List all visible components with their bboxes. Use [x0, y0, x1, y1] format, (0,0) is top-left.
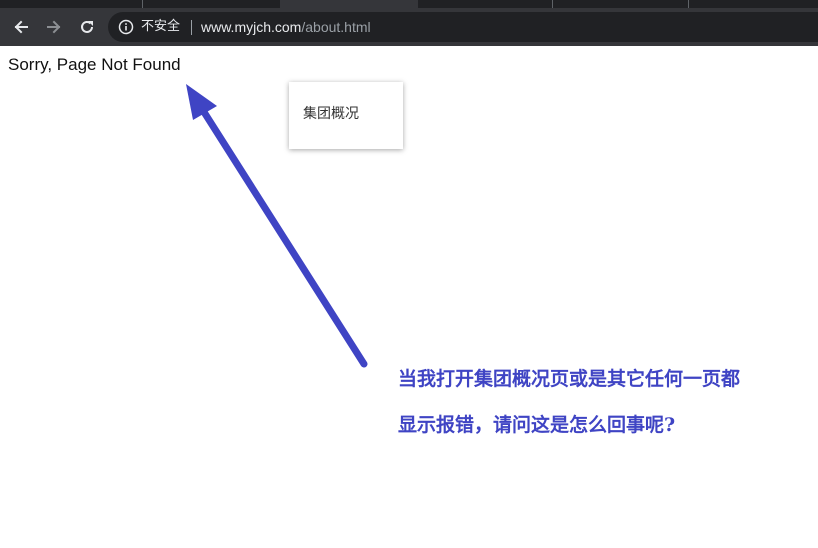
tab-separator: [552, 0, 553, 8]
page-content: Sorry, Page Not Found 集团概况 当我打开集团概况页或是其它…: [0, 46, 818, 548]
dropdown-menu: 集团概况: [289, 82, 403, 149]
arrow-head: [186, 84, 217, 120]
dropdown-item-group-overview[interactable]: 集团概况: [303, 103, 359, 123]
address-bar[interactable]: 不安全 www.myjch.com/about.html: [108, 12, 818, 42]
back-button[interactable]: [8, 14, 34, 40]
forward-button[interactable]: [41, 14, 67, 40]
reload-icon: [81, 20, 93, 33]
omnibox-divider: [191, 20, 192, 35]
reload-button[interactable]: [74, 14, 100, 40]
forward-arrow-icon: [47, 20, 61, 34]
arrow-shaft: [200, 108, 368, 368]
annotation-arrow: [186, 84, 368, 368]
url-host: www.myjch.com: [201, 19, 302, 35]
browser-toolbar: 不安全 www.myjch.com/about.html: [0, 8, 818, 46]
security-label[interactable]: 不安全: [141, 19, 180, 35]
tab-separator: [142, 0, 143, 8]
info-icon[interactable]: [118, 19, 134, 35]
tab-separator: [688, 0, 689, 8]
annotation-line-1: 当我打开集团概况页或是其它任何一页都: [398, 368, 741, 390]
annotation-line-2: 显示报错，请问这是怎么回事呢?: [398, 414, 676, 436]
url-path: /about.html: [301, 19, 371, 35]
error-message: Sorry, Page Not Found: [8, 55, 181, 74]
tab-strip: [0, 0, 818, 8]
tab-active[interactable]: [280, 0, 418, 8]
browser-chrome: 不安全 www.myjch.com/about.html: [0, 0, 818, 46]
back-arrow-icon: [14, 20, 28, 34]
url-text[interactable]: www.myjch.com/about.html: [201, 18, 371, 36]
